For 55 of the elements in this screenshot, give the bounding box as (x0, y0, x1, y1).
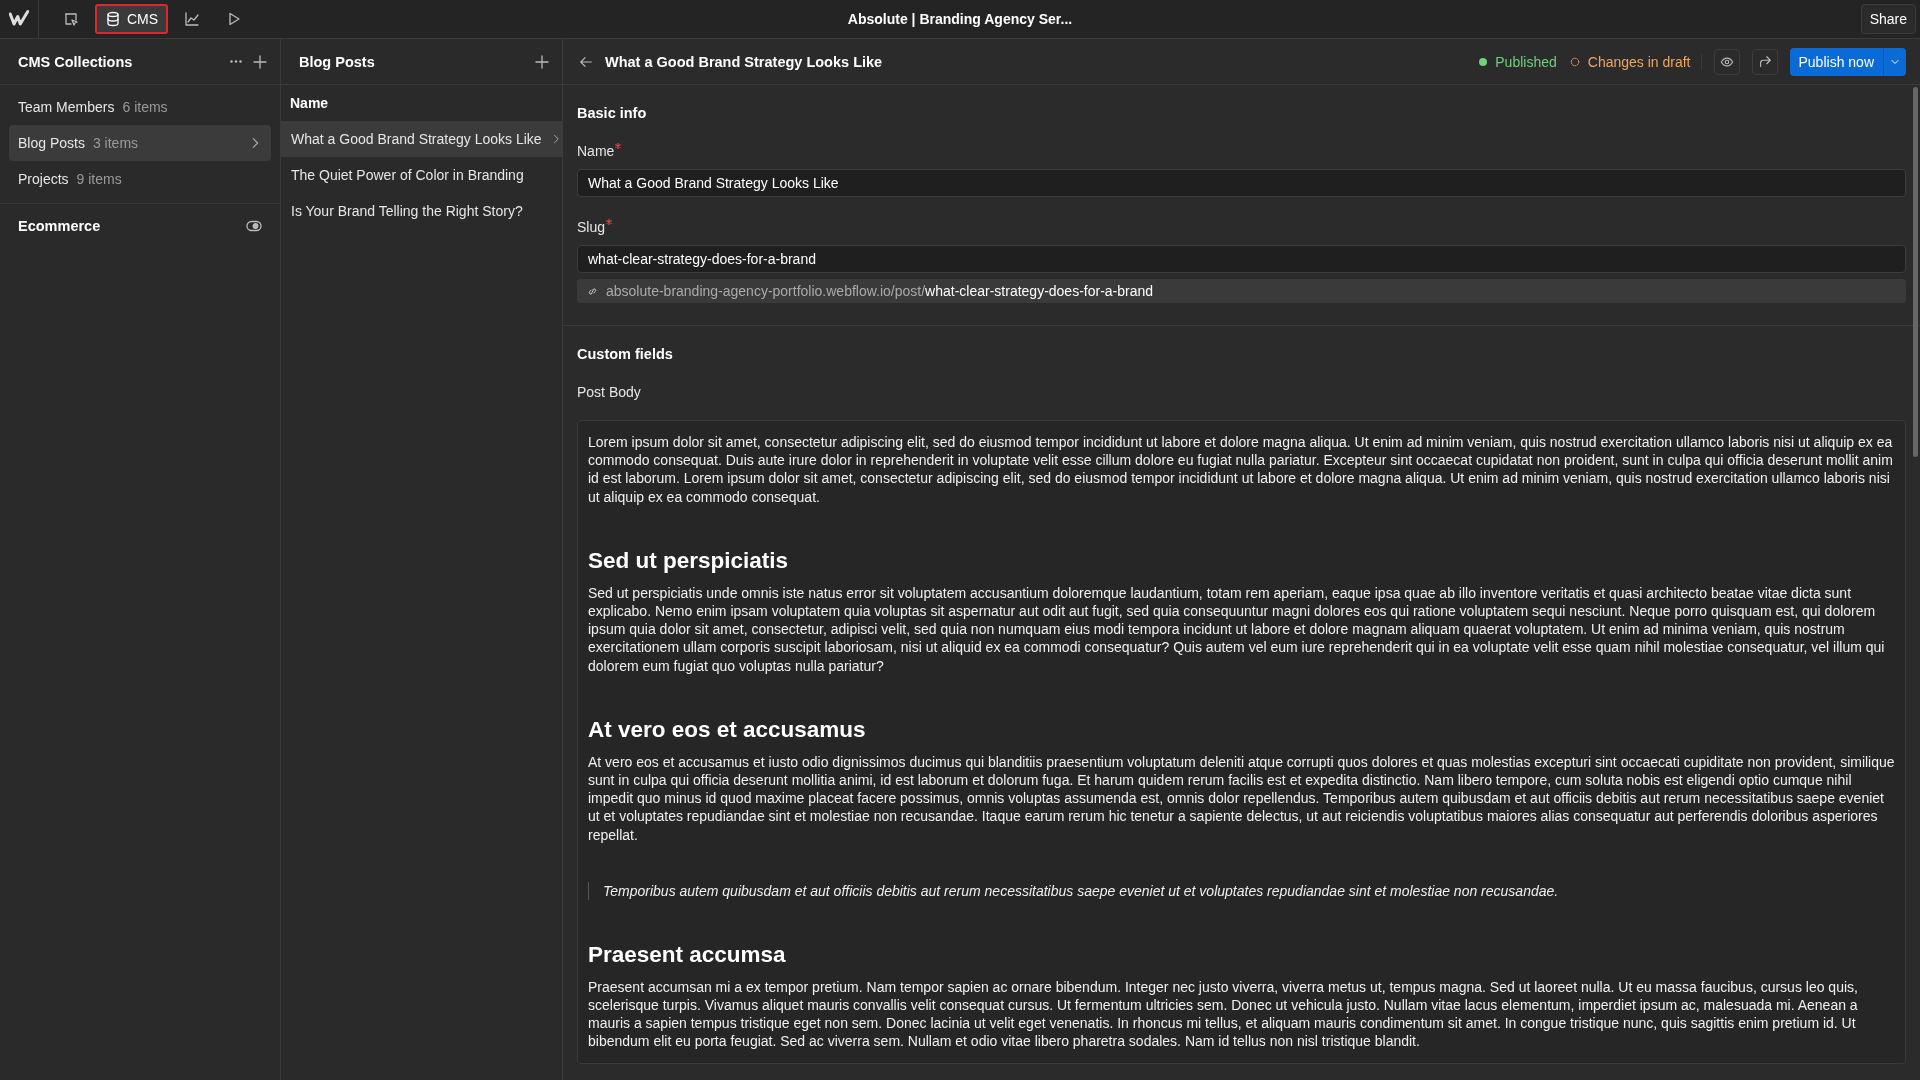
post-row[interactable]: What a Good Brand Strategy Looks Like (281, 121, 562, 157)
collection-name: Blog Posts (18, 135, 85, 151)
status-label: Published (1495, 53, 1557, 70)
slug-field[interactable]: what-clear-strategy-does-for-a-brand (577, 245, 1906, 273)
body-paragraph: Sed ut perspiciatis unde omnis iste natus error sit voluptatem accusantium doloremque laudantium, totam rem aperiam, eaque ipsa quae ab illo inventore veritatis et quasi architecto beatae vitae dicta sunt explicabo. Nemo enim ipsam voluptatem quia voluptas sit aspernatur aut odit aut fugit, sed quia consequuntur magni dolores eos qui ratione voluptatem sequi nesciunt. Neque porro quisquam est, qui dolorem ipsum quia dolor sit amet, consectetur, adipisci velit, sed quia non numquam eius modi tempora incidunt ut labore et dolore magnam aliquam quaerat voluptatem. Ut enim ad minima veniam, quis nostrum exercitationem ullam corporis suscipit laboriosam, nisi ut aliquid ex ea commodi consequatur? Quis autem vel eum iure reprehenderit qui in ea voluptate velit esse quam nihil molestiae consequatur, vel illum qui dolorem eum fugiat quo voluptas nulla pariatur? (588, 583, 1886, 675)
back-arrow-icon (579, 54, 593, 69)
plus-icon (534, 53, 550, 70)
body-paragraph: Lorem ipsum dolor sit amet, consectetur adipiscing elit, sed do eiusmod tempor incididunt ut labore et dolore magna aliqua. Ut enim ad minim veniam, quis nostrud exercitation ullamco laboris nisi ut aliquip ex ea commodo consequat. Duis aute irure dolor in reprehenderit in voluptate velit esse cillum dolore eu fugiat nulla pariatur. Excepteur sint occaecat cupidatat non proident, sunt in culpa qui officia deserunt mollit anim id est laborum. Lorem ipsum dolor sit amet, consectetur adipiscing elit, sed do eiusmod tempor incididunt ut labore et dolore magna aliqua. Ut enim ad minim veniam, quis nostrud exercitation ullamco laboris nisi ut aliquip ex ea commodo consequat. (588, 433, 1894, 506)
column-header: Name (289, 94, 330, 113)
item-count: 6 items (122, 99, 168, 115)
more-icon (230, 60, 242, 63)
post-row[interactable]: The Quiet Power of Color in Branding (281, 157, 562, 193)
add-button[interactable] (252, 53, 268, 70)
field-label: Name (577, 143, 615, 159)
collection-item[interactable]: Projects 9 items (9, 161, 271, 197)
preview-button[interactable] (1713, 48, 1740, 75)
field-label: Post Body (577, 384, 642, 400)
collection-name: Team Members (18, 99, 115, 115)
collection-item[interactable]: Team Members 6 items (9, 89, 271, 125)
project-title: Absolute | Branding Agency Ser... (847, 11, 1073, 27)
rich-text-field[interactable] (577, 420, 1906, 1064)
body-paragraph: At vero eos et accusamus et iusto odio dignissimos ducimus qui blanditiis praesentium voluptatum deleniti atque corrupti quos dolores et quas molestias excepturi sint occaecati cupiditate non provident, similique sunt in culpa qui officia deserunt mollitia animi, id est laborum et dolorum fuga. Et harum quidem rerum facilis est et expedita distinctio. Nam libero tempore, cum soluta nobis est eligendi optio cumque nihil impedit quo minus id quod maxime placeat facere possimus, omnis voluptas assumenda est, omnis dolor repellendus. Temporibus autem quibusdam et aut officiis debitis aut rerum necessitatibus saepe eveniet ut et voluptates repudiandae sint et molestiae non recusandae. Itaque earum rerum hic tenetur a sapiente delectus, ut aut reiciendis voluptatibus maiores alias consequatur aut perferendis doloribus asperiores repellat. (588, 752, 1895, 844)
block-quote: Temporibus autem quibusdam et aut officiis debitis aut rerum necessitatibus saepe eveniet ut et voluptates repudiandae sint et molestiae non recusandae. (588, 881, 1895, 900)
name-field[interactable]: What a Good Brand Strategy Looks Like (577, 169, 1906, 197)
cms-tab[interactable]: CMS (95, 4, 169, 34)
section-title: Custom fields (577, 346, 674, 362)
database-icon (105, 11, 121, 27)
body-heading: At vero eos et accusamus (588, 716, 867, 743)
add-button[interactable] (534, 53, 550, 70)
collection-name: Projects (18, 171, 69, 187)
field-label: Slug (577, 219, 606, 235)
panel-title: Blog Posts (299, 53, 376, 70)
back-button[interactable] (579, 54, 593, 69)
item-count: 3 items (92, 135, 139, 151)
panel-title: CMS Collections (18, 53, 134, 70)
share-button[interactable]: Share (1860, 4, 1916, 34)
body-heading: Praesent accumsa (588, 941, 787, 968)
select-icon (63, 11, 79, 27)
body-paragraph: Praesent accumsan mi a ex tempor pretium. Nam tempor sapien ac ornare bibendum. Integer nec justo viverra, viverra metus ut, tempus magna. Sed ut laoreet nulla. Ut eu massa faucibus, cursus leo quis, scelerisque turpis. Vivamus aliquet mauris convallis velit consequat cursus. Ut fermentum ultricies sem. Donec ut vehicula justo. Nullam vitae lacus elementum, imperdiet ipsum ac, malesuada mi. Aenean a mauris a sapien tempus tristique eget non sem. Donec lacinia ut velit eget venenatis. In rhoncus mi tellus, et aliquam mauris condimentum sit amet. In congue tristique nunc, quis sagittis enim pretium id. Ut bibendum elit eu porta feugiat. Sed ac viverra sem. Nullam et odio vitae libero pharetra sodales. Nam id tellus non nisl tristique blandit. (588, 977, 1859, 1051)
collection-item[interactable]: Blog Posts 3 items (9, 125, 271, 161)
section-title: Ecommerce (18, 218, 102, 234)
line-chart-icon (184, 11, 201, 27)
link-icon (587, 285, 598, 297)
body-heading: Sed ut perspiciatis (588, 547, 790, 574)
section-title: Basic info (577, 105, 648, 121)
item-count: 9 items (76, 171, 122, 187)
forward-arrow-icon (1757, 54, 1772, 69)
status-label: Changes in draft (1587, 53, 1691, 70)
plus-icon (252, 53, 268, 70)
item-url: absolute-branding-agency-portfolio.webflow.io/post/what-clear-strategy-does-for-a-brand (606, 283, 1154, 299)
share-link-button[interactable] (1751, 48, 1778, 75)
post-row[interactable]: Is Your Brand Telling the Right Story? (281, 193, 562, 229)
more-button[interactable] (230, 60, 242, 63)
item-title: What a Good Brand Strategy Looks Like (605, 53, 884, 70)
status-dot (1479, 57, 1488, 66)
